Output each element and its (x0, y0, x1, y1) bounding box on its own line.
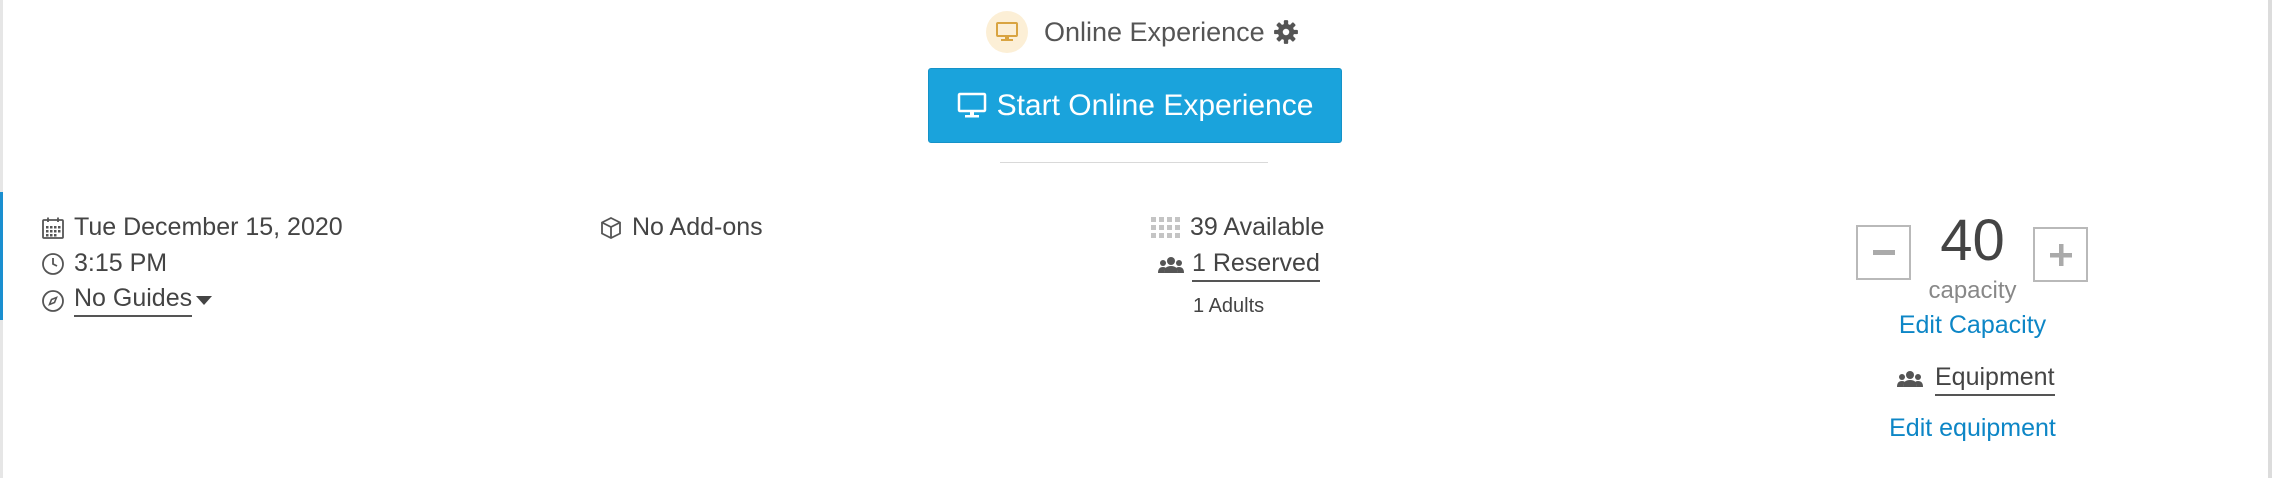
guides-row[interactable]: No Guides (40, 284, 213, 317)
start-online-experience-button[interactable]: Start Online Experience (928, 68, 1342, 143)
calendar-icon (40, 215, 66, 241)
reserved-breakdown: 1 Adults (1193, 295, 1265, 317)
booking-date: Tue December 15, 2020 (74, 213, 343, 241)
time-row: 3:15 PM (40, 249, 167, 278)
plus-icon (2049, 243, 2072, 266)
reserved-link[interactable]: 1 Reserved (1192, 249, 1320, 282)
compass-icon (40, 288, 66, 314)
online-experience-header: Online Experience (986, 10, 1299, 54)
addons-text: No Add-ons (632, 213, 763, 241)
monitor-icon (986, 11, 1028, 53)
header-divider (1000, 162, 1268, 163)
increase-capacity-button[interactable] (2033, 227, 2088, 282)
clock-icon (40, 251, 66, 277)
reserved-row[interactable]: 1 Reserved (1158, 249, 1320, 282)
equipment-link[interactable]: Equipment (1935, 363, 2055, 396)
availability-row: 39 Available (1150, 213, 1324, 242)
edit-capacity-link[interactable]: Edit Capacity (1880, 311, 2065, 340)
booking-time: 3:15 PM (74, 249, 168, 277)
addons-row: No Add-ons (598, 213, 763, 242)
online-experience-title: Online Experience (1044, 16, 1265, 47)
start-button-label: Start Online Experience (996, 88, 1314, 122)
scrollbar-track[interactable] (2268, 0, 2272, 478)
selected-row-accent (0, 192, 3, 320)
guides-dropdown[interactable]: No Guides (74, 284, 193, 317)
seats-grid-icon (1150, 215, 1182, 241)
users-icon (1897, 367, 1923, 393)
monitor-icon (957, 92, 987, 120)
cube-icon (598, 215, 624, 241)
available-count: 39 Available (1190, 213, 1325, 241)
caret-down-icon[interactable] (196, 295, 213, 306)
edit-equipment-link[interactable]: Edit equipment (1860, 414, 2085, 443)
date-row: Tue December 15, 2020 (40, 213, 343, 242)
gear-icon[interactable] (1273, 19, 1299, 45)
equipment-row[interactable]: Equipment (1897, 363, 2055, 396)
users-icon (1158, 253, 1184, 279)
